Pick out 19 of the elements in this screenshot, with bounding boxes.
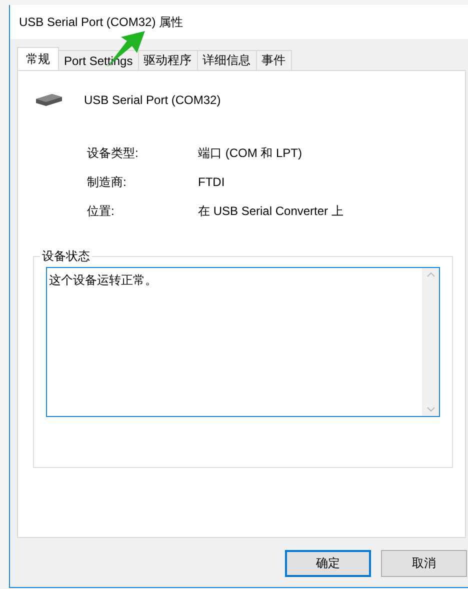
property-value: 在 USB Serial Converter 上 [198,205,344,218]
tab[interactable]: 事件 [256,50,292,70]
scroll-down-icon[interactable] [426,407,434,412]
window-title: USB Serial Port (COM32) 属性 [19,14,184,30]
status-text: 这个设备运转正常。 [48,272,158,289]
property-label: 设备类型: [87,147,140,160]
property-label: 制造商: [87,176,128,189]
dialog-button[interactable]: 确定 [285,550,371,577]
property-value: 端口 (COM 和 LPT) [198,147,303,160]
property-label: 位置: [87,205,116,218]
tab[interactable]: 常规 [17,47,59,70]
group-title: 设备状态 [41,248,91,265]
serial-port-icon [34,93,64,107]
device-name: USB Serial Port (COM32) [84,93,221,107]
scroll-up-icon[interactable] [426,272,434,277]
property-value: FTDI [198,176,226,189]
status-text-area[interactable]: 这个设备运转正常。 [46,267,440,417]
dialog-button[interactable]: 取消 [381,550,467,577]
scrollbar[interactable] [422,268,439,416]
